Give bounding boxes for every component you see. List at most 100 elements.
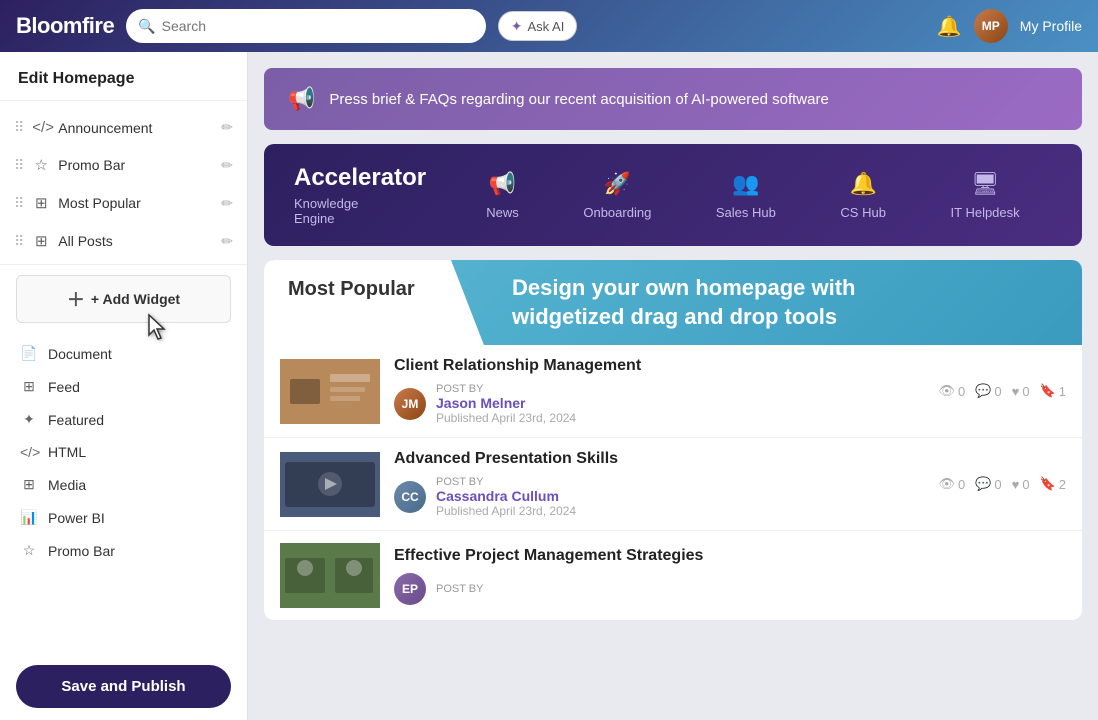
ask-ai-button[interactable]: ✦ Ask AI xyxy=(498,11,578,41)
drag-handle-icon[interactable]: ⠿ xyxy=(14,119,24,136)
comments-stat: 💬 0 xyxy=(975,476,1001,492)
search-icon: 🔍 xyxy=(138,18,155,35)
accelerator-subtitle-line2: Engine xyxy=(294,211,334,226)
accel-nav-label: Onboarding xyxy=(583,205,651,220)
search-bar[interactable]: 🔍 xyxy=(126,9,486,43)
post-avatar: EP xyxy=(394,573,426,605)
most-popular-promo: Design your own homepage withwidgetized … xyxy=(484,260,1082,345)
edit-most-popular-icon[interactable]: ✏ xyxy=(221,195,233,212)
drag-handle-icon[interactable]: ⠿ xyxy=(14,157,24,174)
post-thumbnail xyxy=(280,543,380,608)
plus-icon: ＋ xyxy=(67,286,85,312)
main-content: 📢 Press brief & FAQs regarding our recen… xyxy=(248,52,1098,720)
save-publish-button[interactable]: Save and Publish xyxy=(16,665,231,708)
sidebar-divider xyxy=(0,264,247,265)
topnav: Bloomfire 🔍 ✦ Ask AI 🔔 MP My Profile xyxy=(0,0,1098,52)
sidebar-item-all-posts[interactable]: ⠿ ⊞ All Posts ✏ xyxy=(0,222,247,260)
post-date: Published April 23rd, 2024 xyxy=(436,411,576,425)
it-helpdesk-nav-icon: 🖥 xyxy=(971,171,999,197)
widget-option-feed[interactable]: ⊞ Feed xyxy=(0,370,247,403)
edit-promo-icon[interactable]: ✏ xyxy=(221,157,233,174)
post-item[interactable]: Effective Project Management Strategies … xyxy=(264,531,1082,620)
accel-nav-sales-hub[interactable]: 👥 Sales Hub xyxy=(706,171,786,220)
avatar-initials: MP xyxy=(982,19,1000,33)
edit-all-posts-icon[interactable]: ✏ xyxy=(221,233,233,250)
post-avatar: CC xyxy=(394,481,426,513)
post-info: Effective Project Management Strategies … xyxy=(394,547,1066,605)
promo-bar-icon: ☆ xyxy=(32,156,50,174)
most-popular-section: Most Popular Design your own homepage wi… xyxy=(264,260,1082,620)
widget-option-document[interactable]: 📄 Document xyxy=(0,337,247,370)
most-popular-label: Most Popular xyxy=(264,260,484,345)
widget-option-power-bi[interactable]: 📊 Power BI xyxy=(0,501,247,534)
accelerator-subtitle-line1: Knowledge xyxy=(294,196,358,211)
announcement-text: Press brief & FAQs regarding our recent … xyxy=(329,91,828,108)
bookmarks-stat: 🔖 1 xyxy=(1040,383,1066,399)
likes-stat: ♥ 0 xyxy=(1012,477,1030,492)
widget-option-media[interactable]: ⊞ Media xyxy=(0,468,247,501)
accel-nav-label: Sales Hub xyxy=(716,205,776,220)
heart-icon: ♥ xyxy=(1012,477,1020,492)
post-author[interactable]: Jason Melner xyxy=(436,395,576,411)
post-by-label: POST BY xyxy=(436,476,576,488)
accel-nav-cs-hub[interactable]: 🔔 CS Hub xyxy=(830,171,896,220)
accel-nav-it-helpdesk[interactable]: 🖥 IT Helpdesk xyxy=(941,171,1030,220)
post-by-block: POST BY xyxy=(436,583,483,595)
search-input[interactable] xyxy=(162,18,474,34)
accel-nav-news[interactable]: 📢 News xyxy=(476,171,529,220)
megaphone-icon: 📢 xyxy=(288,86,315,112)
drag-handle-icon[interactable]: ⠿ xyxy=(14,195,24,212)
post-meta: CC POST BY Cassandra Cullum Published Ap… xyxy=(394,476,924,518)
edit-announcement-icon[interactable]: ✏ xyxy=(221,119,233,136)
widget-option-label: Media xyxy=(48,477,86,493)
onboarding-nav-icon: 🚀 xyxy=(604,171,631,197)
post-title: Client Relationship Management xyxy=(394,357,924,375)
main-layout: Edit Homepage ⠿ </> Announcement ✏ ⠿ ☆ P… xyxy=(0,52,1098,720)
accel-nav-label: News xyxy=(486,205,519,220)
accel-nav-onboarding[interactable]: 🚀 Onboarding xyxy=(573,171,661,220)
sidebar-item-label: Promo Bar xyxy=(58,157,213,173)
post-item[interactable]: Client Relationship Management JM POST B… xyxy=(264,345,1082,438)
sidebar-item-label: Announcement xyxy=(58,120,213,136)
post-stats: 👁 0 💬 0 ♥ 0 🔖 1 xyxy=(938,383,1066,399)
sidebar-item-label: Most Popular xyxy=(58,195,213,211)
posts-list: Client Relationship Management JM POST B… xyxy=(264,345,1082,620)
widget-dropdown: 📄 Document ⊞ Feed ✦ Featured </> HTML xyxy=(0,333,247,575)
post-info: Client Relationship Management JM POST B… xyxy=(394,357,924,425)
widget-option-html[interactable]: </> HTML xyxy=(0,436,247,468)
sidebar-item-promo-bar[interactable]: ⠿ ☆ Promo Bar ✏ xyxy=(0,146,247,184)
most-popular-icon: ⊞ xyxy=(32,194,50,212)
cs-hub-nav-icon: 🔔 xyxy=(849,171,876,197)
logo: Bloomfire xyxy=(16,13,114,39)
post-item[interactable]: Advanced Presentation Skills CC POST BY … xyxy=(264,438,1082,531)
views-stat: 👁 0 xyxy=(938,383,965,399)
heart-icon: ♥ xyxy=(1012,384,1020,399)
media-icon: ⊞ xyxy=(20,476,38,493)
widget-option-label: HTML xyxy=(48,444,86,460)
post-title: Effective Project Management Strategies xyxy=(394,547,1066,565)
post-author[interactable]: Cassandra Cullum xyxy=(436,488,576,504)
sidebar-title: Edit Homepage xyxy=(0,52,247,101)
profile-label[interactable]: My Profile xyxy=(1020,18,1082,34)
views-stat: 👁 0 xyxy=(938,476,965,492)
post-thumbnail xyxy=(280,359,380,424)
likes-stat: ♥ 0 xyxy=(1012,384,1030,399)
sidebar-item-announcement[interactable]: ⠿ </> Announcement ✏ xyxy=(0,109,247,146)
add-widget-button[interactable]: ＋ + Add Widget xyxy=(16,275,231,323)
widget-option-promo-bar[interactable]: ☆ Promo Bar xyxy=(0,534,247,567)
notifications-bell-icon[interactable]: 🔔 xyxy=(937,14,962,39)
sales-hub-nav-icon: 👥 xyxy=(732,171,759,197)
post-stats: 👁 0 💬 0 ♥ 0 🔖 2 xyxy=(938,476,1066,492)
news-nav-icon: 📢 xyxy=(489,171,516,197)
post-thumbnail xyxy=(280,452,380,517)
comments-stat: 💬 0 xyxy=(975,383,1001,399)
promo-bar-wd-icon: ☆ xyxy=(20,542,38,559)
sidebar-item-most-popular[interactable]: ⠿ ⊞ Most Popular ✏ xyxy=(0,184,247,222)
avatar: MP xyxy=(974,9,1008,43)
widget-option-label: Featured xyxy=(48,412,104,428)
announcement-banner: 📢 Press brief & FAQs regarding our recen… xyxy=(264,68,1082,130)
accelerator-widget: Accelerator Knowledge Engine 📢 News 🚀 On… xyxy=(264,144,1082,246)
widget-option-featured[interactable]: ✦ Featured xyxy=(0,403,247,436)
drag-handle-icon[interactable]: ⠿ xyxy=(14,233,24,250)
post-by-block: POST BY Jason Melner Published April 23r… xyxy=(436,383,576,425)
